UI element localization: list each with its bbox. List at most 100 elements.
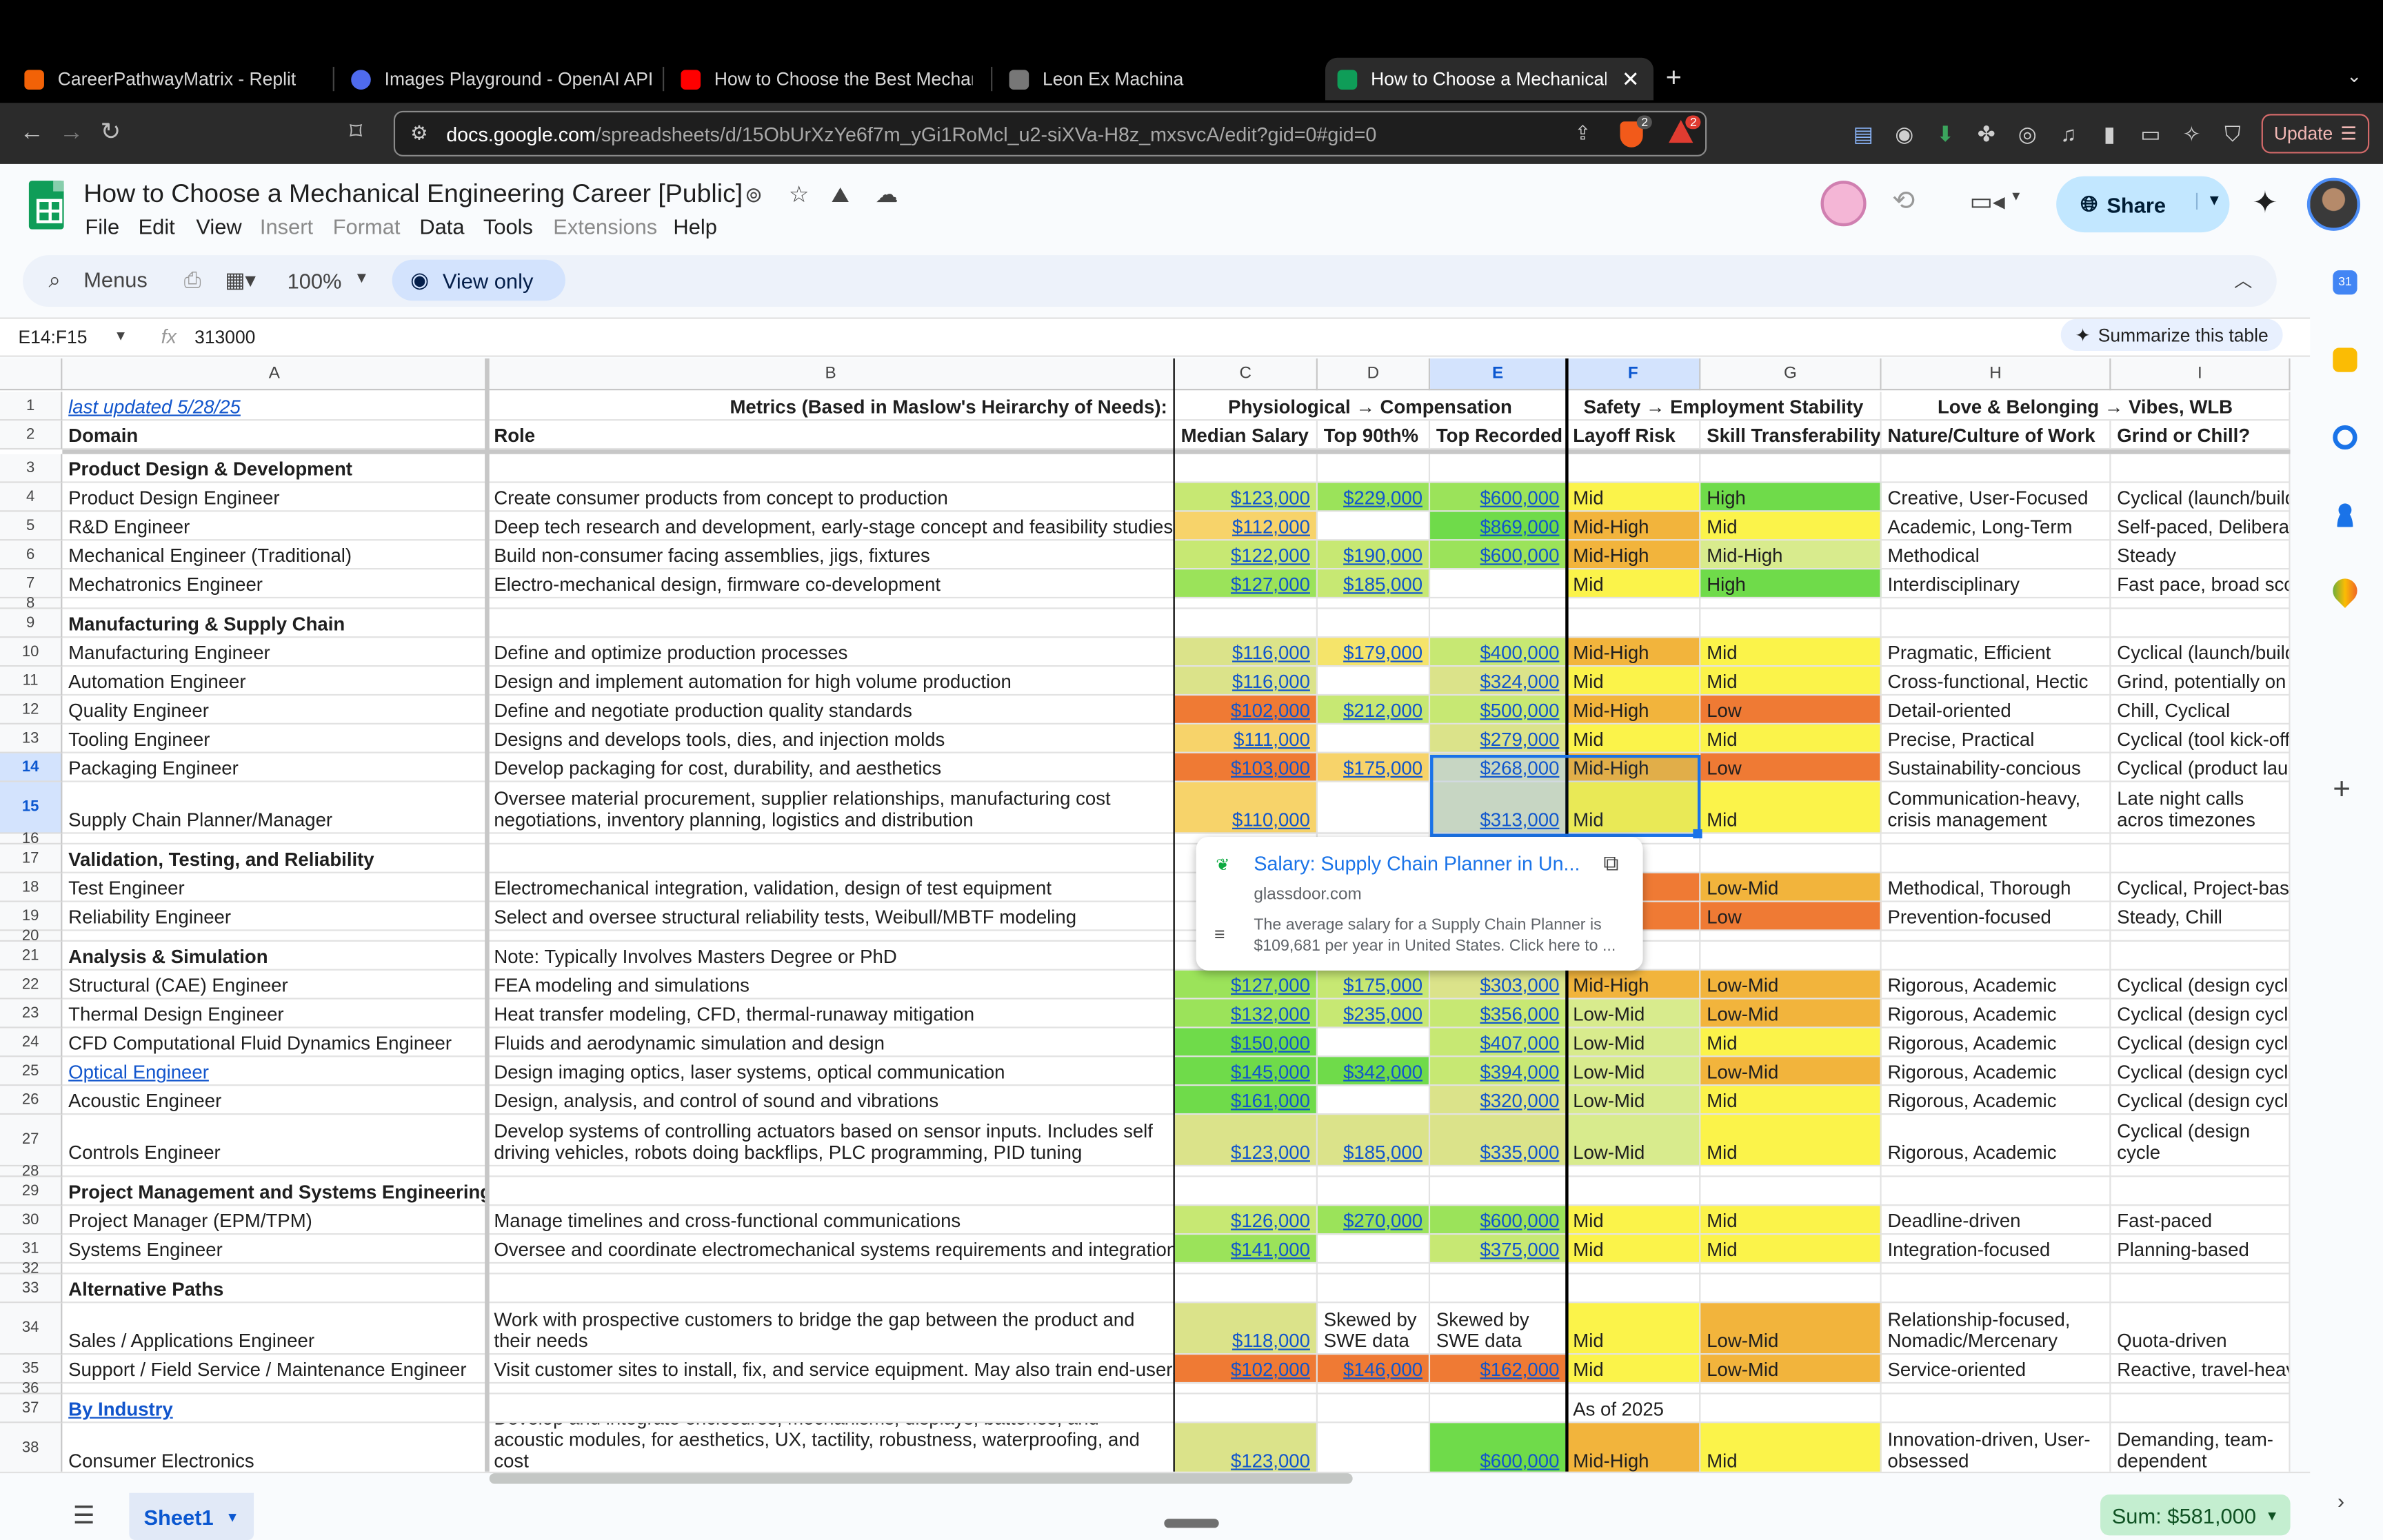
cell-a30[interactable]: Project Manager (EPM/TPM) bbox=[62, 1206, 488, 1235]
cell-i8[interactable] bbox=[2111, 598, 2291, 609]
cell-h26[interactable]: Rigorous, Academic bbox=[1881, 1086, 2111, 1115]
cell-f3[interactable] bbox=[1567, 454, 1701, 483]
cell-h16[interactable] bbox=[1881, 833, 2111, 844]
row-header[interactable]: 20 bbox=[0, 927, 63, 944]
cell-d27[interactable]: $185,000 bbox=[1317, 1115, 1431, 1167]
cell-i3[interactable] bbox=[2111, 454, 2291, 483]
row-header[interactable]: 12 bbox=[0, 696, 63, 725]
cell-d23[interactable]: $235,000 bbox=[1317, 999, 1431, 1029]
cell-b36[interactable] bbox=[487, 1384, 1175, 1395]
menu-file[interactable]: File bbox=[85, 214, 119, 239]
cell-d2[interactable]: Top 90th% bbox=[1317, 421, 1431, 450]
cell-g32[interactable] bbox=[1700, 1264, 1882, 1275]
column-header-d[interactable]: D bbox=[1317, 358, 1431, 391]
cell-a21[interactable]: Analysis & Simulation bbox=[62, 941, 488, 971]
cell-i17[interactable] bbox=[2111, 844, 2291, 873]
cell-e38[interactable]: $600,000 bbox=[1430, 1423, 1567, 1472]
cell-b25[interactable]: Design imaging optics, laser systems, op… bbox=[487, 1057, 1175, 1086]
cell-h20[interactable] bbox=[1881, 931, 2111, 942]
cell-d32[interactable] bbox=[1317, 1264, 1431, 1275]
cell-b34[interactable]: Work with prospective customers to bridg… bbox=[487, 1303, 1175, 1355]
expand-panel-icon[interactable]: › bbox=[2337, 1488, 2344, 1512]
cell-f11[interactable]: Mid bbox=[1567, 667, 1701, 696]
cell-e32[interactable] bbox=[1430, 1264, 1567, 1275]
cell-c10[interactable]: $116,000 bbox=[1174, 638, 1318, 667]
cell-e6[interactable]: $600,000 bbox=[1430, 540, 1567, 570]
cell-f25[interactable]: Low-Mid bbox=[1567, 1057, 1701, 1086]
new-tab-button[interactable]: + bbox=[1666, 62, 1682, 94]
cell-d30[interactable]: $270,000 bbox=[1317, 1206, 1431, 1235]
cell-g26[interactable]: Mid bbox=[1700, 1086, 1882, 1115]
row-header[interactable]: 15 bbox=[0, 782, 63, 834]
cell-g30[interactable]: Mid bbox=[1700, 1206, 1882, 1235]
menu-insert[interactable]: Insert bbox=[260, 214, 313, 239]
row-header[interactable]: 37 bbox=[0, 1394, 63, 1424]
popup-title-link[interactable]: Salary: Supply Chain Planner in Un... bbox=[1254, 852, 1580, 875]
cell-g28[interactable] bbox=[1700, 1166, 1882, 1177]
cell-a14[interactable]: Packaging Engineer bbox=[62, 753, 488, 782]
cell-e13[interactable]: $279,000 bbox=[1430, 724, 1567, 753]
select-all-corner[interactable] bbox=[0, 358, 63, 391]
cell-f9[interactable] bbox=[1567, 609, 1701, 638]
menu-tools[interactable]: Tools bbox=[483, 214, 533, 239]
cell-i36[interactable] bbox=[2111, 1384, 2291, 1395]
back-arrow-icon[interactable]: ← bbox=[20, 119, 44, 149]
row-header[interactable]: 27 bbox=[0, 1115, 63, 1167]
cell-c1[interactable]: Physiological → Compensation bbox=[1174, 392, 1567, 421]
cell-f7[interactable]: Mid bbox=[1567, 569, 1701, 599]
sheet-tab-sheet1[interactable]: Sheet1 ▼ bbox=[129, 1492, 254, 1540]
cell-h19[interactable]: Prevention-focused bbox=[1881, 902, 2111, 931]
cell-b12[interactable]: Define and negotiate production quality … bbox=[487, 696, 1175, 725]
cell-f27[interactable]: Low-Mid bbox=[1567, 1115, 1701, 1167]
cell-e7[interactable] bbox=[1430, 569, 1567, 599]
frozen-row-divider[interactable] bbox=[62, 449, 2291, 454]
cell-i28[interactable] bbox=[2111, 1166, 2291, 1177]
cell-i18[interactable]: Cyclical, Project-base bbox=[2111, 873, 2291, 902]
cell-i15[interactable]: Late night calls acros timezones bbox=[2111, 782, 2291, 834]
cell-f4[interactable]: Mid bbox=[1567, 483, 1701, 512]
cell-d9[interactable] bbox=[1317, 609, 1431, 638]
row-header[interactable]: 4 bbox=[0, 483, 63, 512]
cell-i20[interactable] bbox=[2111, 931, 2291, 942]
cell-f12[interactable]: Mid-High bbox=[1567, 696, 1701, 725]
cell-a13[interactable]: Tooling Engineer bbox=[62, 724, 488, 753]
horizontal-scrollbar[interactable] bbox=[489, 1473, 1353, 1484]
cell-e8[interactable] bbox=[1430, 598, 1567, 609]
cell-h37[interactable] bbox=[1881, 1394, 2111, 1424]
menu-help[interactable]: Help bbox=[673, 214, 716, 239]
cell-i26[interactable]: Cyclical (design cycle bbox=[2111, 1086, 2291, 1115]
cell-i16[interactable] bbox=[2111, 833, 2291, 844]
cell-b26[interactable]: Design, analysis, and control of sound a… bbox=[487, 1086, 1175, 1115]
menu-view[interactable]: View bbox=[196, 214, 241, 239]
cell-c38[interactable]: $123,000 bbox=[1174, 1423, 1318, 1472]
cell-a38[interactable]: Consumer Electronics bbox=[62, 1423, 488, 1472]
cell-c36[interactable] bbox=[1174, 1384, 1318, 1395]
cell-b35[interactable]: Visit customer sites to install, fix, an… bbox=[487, 1355, 1175, 1384]
cell-d10[interactable]: $179,000 bbox=[1317, 638, 1431, 667]
cell-i12[interactable]: Chill, Cyclical bbox=[2111, 696, 2291, 725]
cell-b29[interactable] bbox=[487, 1177, 1175, 1206]
cell-g14[interactable]: Low bbox=[1700, 753, 1882, 782]
cell-h27[interactable]: Rigorous, Academic bbox=[1881, 1115, 2111, 1167]
row-header[interactable]: 2 bbox=[0, 421, 63, 450]
cell-d4[interactable]: $229,000 bbox=[1317, 483, 1431, 512]
cell-i32[interactable] bbox=[2111, 1264, 2291, 1275]
cell-b14[interactable]: Develop packaging for cost, durability, … bbox=[487, 753, 1175, 782]
cell-h8[interactable] bbox=[1881, 598, 2111, 609]
row-header[interactable]: 24 bbox=[0, 1028, 63, 1057]
cell-h22[interactable]: Rigorous, Academic bbox=[1881, 970, 2111, 1000]
cell-e28[interactable] bbox=[1430, 1166, 1567, 1177]
cell-a15[interactable]: Supply Chain Planner/Manager bbox=[62, 782, 488, 834]
cell-f30[interactable]: Mid bbox=[1567, 1206, 1701, 1235]
row-header[interactable]: 28 bbox=[0, 1163, 63, 1179]
vpn-shield-icon[interactable]: ⛉ bbox=[2220, 121, 2244, 145]
cell-a27[interactable]: Controls Engineer bbox=[62, 1115, 488, 1167]
row-header[interactable]: 30 bbox=[0, 1206, 63, 1235]
contacts-icon[interactable] bbox=[2333, 503, 2357, 527]
site-settings-icon[interactable]: ⚙ bbox=[410, 121, 428, 145]
cell-b27[interactable]: Develop systems of controlling actuators… bbox=[487, 1115, 1175, 1167]
cell-e3[interactable] bbox=[1430, 454, 1567, 483]
cell-g35[interactable]: Low-Mid bbox=[1700, 1355, 1882, 1384]
cell-e37[interactable] bbox=[1430, 1394, 1567, 1424]
cell-a35[interactable]: Support / Field Service / Maintenance En… bbox=[62, 1355, 488, 1384]
